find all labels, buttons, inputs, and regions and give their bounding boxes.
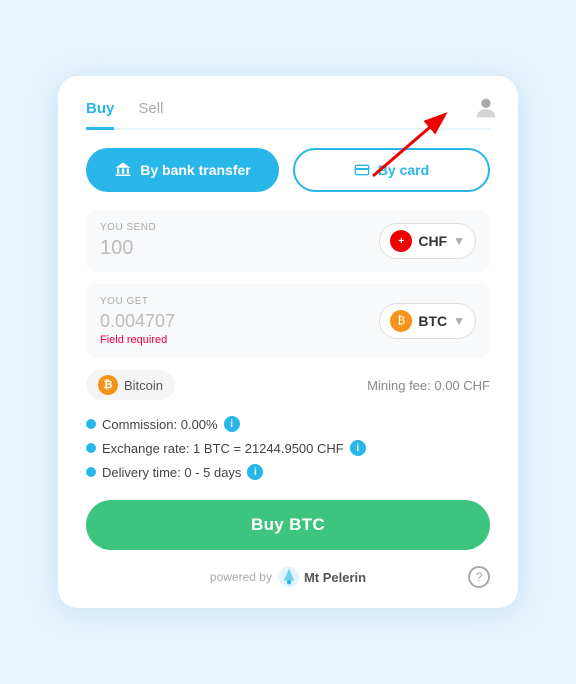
mining-fee-text: Mining fee: 0.00 CHF — [367, 378, 490, 393]
send-label: YOU SEND — [100, 222, 379, 233]
btc-small-icon: ₿ — [98, 375, 118, 395]
get-chevron-icon: ▼ — [453, 314, 465, 328]
exchange-dot — [86, 443, 96, 453]
delivery-info-icon[interactable]: i — [247, 464, 263, 480]
send-chevron-icon: ▼ — [453, 234, 465, 248]
powered-by-text: powered by — [210, 570, 272, 584]
pelerin-logo: Mt Pelerin — [278, 566, 366, 588]
delivery-line: Delivery time: 0 - 5 days i — [86, 464, 490, 480]
coin-name: Bitcoin — [124, 378, 163, 393]
get-input-area: YOU GET 0.004707 Field required — [100, 296, 379, 346]
exchange-rate-line: Exchange rate: 1 BTC = 21244.9500 CHF i — [86, 440, 490, 456]
you-send-row: YOU SEND 100 + CHF ▼ — [86, 210, 490, 272]
payment-methods: By bank transfer By card — [86, 148, 490, 192]
tabs: Buy Sell — [86, 100, 490, 130]
profile-icon[interactable] — [472, 94, 500, 122]
send-currency-selector[interactable]: + CHF ▼ — [379, 223, 476, 259]
chf-flag-icon: + — [390, 230, 412, 252]
buy-button[interactable]: Buy BTC — [86, 500, 490, 550]
details-section: Commission: 0.00% i Exchange rate: 1 BTC… — [86, 416, 490, 480]
commission-line: Commission: 0.00% i — [86, 416, 490, 432]
field-required-text: Field required — [100, 334, 379, 346]
footer: powered by Mt Pelerin ? — [86, 566, 490, 588]
bank-icon — [114, 161, 132, 179]
get-label: YOU GET — [100, 296, 379, 307]
send-currency-code: CHF — [418, 233, 447, 249]
exchange-info-icon[interactable]: i — [350, 440, 366, 456]
get-currency-code: BTC — [418, 313, 447, 329]
delivery-dot — [86, 467, 96, 477]
send-input-area: YOU SEND 100 — [100, 222, 379, 260]
tab-buy[interactable]: Buy — [86, 100, 114, 130]
bank-transfer-button[interactable]: By bank transfer — [86, 148, 279, 192]
help-icon[interactable]: ? — [468, 566, 490, 588]
commission-text: Commission: 0.00% — [102, 417, 218, 432]
main-card: Buy Sell By bank transfer By card YOU SE… — [58, 76, 518, 608]
btc-flag-icon: ₿ — [390, 310, 412, 332]
coin-info-row: ₿ Bitcoin Mining fee: 0.00 CHF — [86, 370, 490, 400]
you-get-row: YOU GET 0.004707 Field required ₿ BTC ▼ — [86, 284, 490, 358]
commission-dot — [86, 419, 96, 429]
get-value[interactable]: 0.004707 — [100, 311, 379, 332]
exchange-rate-text: Exchange rate: 1 BTC = 21244.9500 CHF — [102, 441, 344, 456]
card-icon — [354, 162, 370, 178]
pelerin-logo-icon — [278, 566, 300, 588]
commission-info-icon[interactable]: i — [224, 416, 240, 432]
delivery-text: Delivery time: 0 - 5 days — [102, 465, 241, 480]
send-value[interactable]: 100 — [100, 237, 379, 260]
coin-tag: ₿ Bitcoin — [86, 370, 175, 400]
tab-sell[interactable]: Sell — [138, 100, 163, 130]
card-button[interactable]: By card — [293, 148, 490, 192]
get-currency-selector[interactable]: ₿ BTC ▼ — [379, 303, 476, 339]
pelerin-brand-name: Mt Pelerin — [304, 570, 366, 585]
